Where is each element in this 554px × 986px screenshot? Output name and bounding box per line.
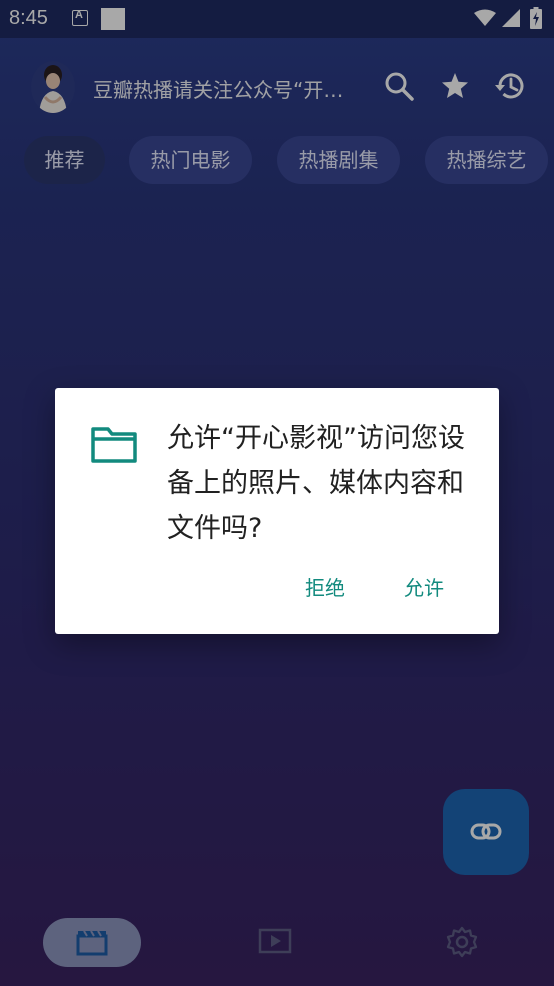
- screen: 8:45 A 豆瓣热播请关注公众号“开心影视”: [0, 0, 554, 986]
- dialog-message: 允许“开心影视”访问您设备上的照片、媒体内容和文件吗?: [167, 423, 465, 544]
- permission-dialog: 允许“开心影视”访问您设备上的照片、媒体内容和文件吗? 拒绝 允许: [55, 388, 499, 634]
- allow-button[interactable]: 允许: [404, 576, 444, 600]
- deny-button[interactable]: 拒绝: [305, 576, 345, 600]
- folder-icon: [91, 427, 137, 463]
